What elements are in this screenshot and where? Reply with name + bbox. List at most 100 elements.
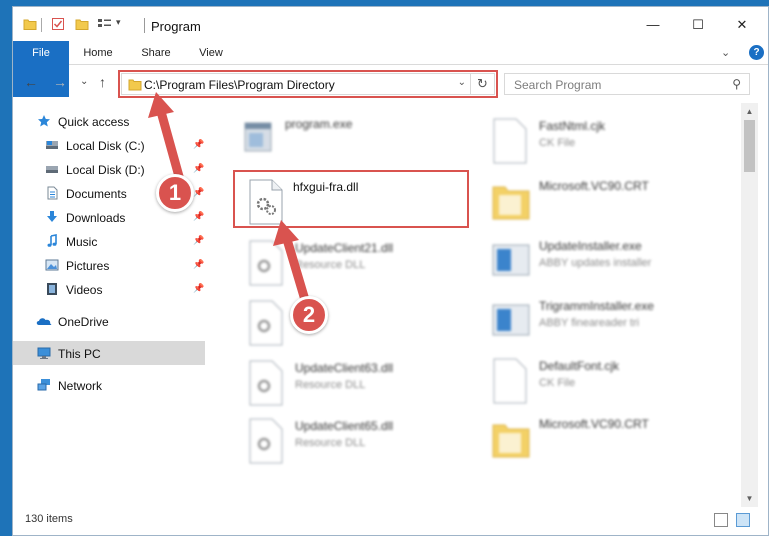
file-item-updateclient21[interactable]: UpdateClient21.dll Resource DLL [247, 239, 497, 295]
file-item-fastntml[interactable]: FastNtml.cjk CK File [491, 117, 741, 173]
disk-icon [46, 141, 58, 149]
file-type: Resource DLL [295, 379, 366, 391]
pin-icon[interactable]: 📌 [193, 139, 204, 150]
view-options-icon[interactable] [97, 17, 113, 31]
large-icons-view-button[interactable] [736, 513, 750, 527]
folder-icon[interactable] [23, 17, 37, 31]
search-box[interactable]: Search Program ⚲ [504, 73, 750, 95]
navigation-bar: ← → ⌄ ↑ C:\Program Files\Program Directo… [13, 65, 768, 103]
ribbon-tabs: File Home Share View ⌄ ? [13, 41, 768, 97]
file-item-defaultfont[interactable]: DefaultFont.cjk CK File [491, 357, 741, 413]
file-type: Resource DLL [295, 259, 366, 271]
pin-icon[interactable]: 📌 [193, 187, 204, 198]
disk-icon [46, 166, 58, 173]
folder-icon [492, 424, 530, 458]
file-item-updateclient65[interactable]: UpdateClient65.dll Resource DLL [247, 417, 497, 473]
vertical-scrollbar[interactable]: ▲ ▼ [741, 103, 758, 507]
videos-icon [47, 283, 57, 295]
close-button[interactable]: ✕ [732, 15, 752, 35]
file-type: CK File [539, 377, 576, 389]
properties-check-icon[interactable] [51, 17, 65, 31]
back-button[interactable]: ← [24, 74, 38, 90]
sidebar-item-label: Downloads [66, 211, 126, 225]
file-item-updateclient63[interactable]: UpdateClient63.dll Resource DLL [247, 359, 497, 415]
documents-icon [47, 186, 58, 200]
music-icon [47, 234, 57, 247]
minimize-button[interactable]: — [643, 15, 663, 35]
pin-icon[interactable]: 📌 [193, 235, 204, 246]
search-input[interactable]: Search Program [514, 78, 601, 92]
star-icon [38, 115, 50, 127]
file-item-trigramminstaller[interactable]: TrigrammInstaller.exe ABBY fineareader t… [491, 297, 741, 353]
sidebar-item-label: Pictures [66, 259, 110, 273]
pin-icon[interactable]: 📌 [193, 283, 204, 294]
recent-locations-button[interactable]: ⌄ [80, 76, 88, 87]
file-name: program.exe [285, 117, 353, 131]
file-type: CK File [539, 137, 576, 149]
dll-file-icon [249, 360, 283, 406]
pc-icon [37, 347, 51, 359]
pin-icon[interactable]: 📌 [193, 163, 204, 174]
sidebar-item-videos[interactable]: Videos 📌 [13, 277, 205, 301]
pictures-icon [45, 259, 59, 271]
tab-home[interactable]: Home [75, 41, 121, 65]
ribbon-expand-icon[interactable]: ⌄ [721, 46, 730, 59]
sidebar-item-label: Local Disk (C:) [66, 139, 145, 153]
sidebar-item-this-pc[interactable]: This PC [13, 341, 205, 365]
sidebar-item-quick-access[interactable]: Quick access [13, 109, 205, 133]
details-view-button[interactable] [714, 513, 728, 527]
network-icon [37, 379, 50, 391]
file-item-vc90-crt-2[interactable]: Microsoft.VC90.CRT [491, 415, 741, 471]
generic-file-icon [493, 358, 527, 404]
pin-icon[interactable]: 📌 [193, 211, 204, 222]
pin-icon[interactable]: 📌 [193, 259, 204, 270]
step-1-badge: 1 [156, 174, 194, 212]
file-type: Resource DLL [295, 437, 366, 449]
file-name: DefaultFont.cjk [539, 359, 620, 373]
help-icon[interactable]: ? [749, 45, 764, 60]
file-name: UpdateInstaller.exe [539, 239, 642, 253]
file-type: ABBY updates installer [539, 257, 652, 269]
generic-file-icon [493, 118, 527, 164]
tab-share[interactable]: Share [133, 41, 179, 65]
installer-icon [492, 244, 530, 276]
step-2-badge: 2 [290, 296, 328, 334]
sidebar-item-local-disk-c[interactable]: Local Disk (C:) 📌 [13, 133, 205, 157]
exe-icon [244, 122, 272, 152]
address-highlight-box [118, 70, 498, 98]
installer-icon [492, 304, 530, 336]
file-type: ABBY fineareader tri [539, 317, 640, 329]
file-name: UpdateClient63.dll [295, 361, 394, 375]
file-item-program-exe[interactable]: program.exe [237, 115, 487, 171]
file-name: TrigrammInstaller.exe [539, 299, 654, 313]
file-name: Microsoft.VC90.CRT [539, 179, 649, 193]
explorer-window: ▾ Program — ☐ ✕ File Home Share View ⌄ ?… [12, 6, 769, 536]
up-button[interactable]: ↑ [99, 74, 106, 90]
sidebar-item-pictures[interactable]: Pictures 📌 [13, 253, 205, 277]
sidebar-item-onedrive[interactable]: OneDrive [13, 309, 205, 333]
sidebar-item-label: Documents [66, 187, 127, 201]
customize-toolbar-icon[interactable]: ▾ [116, 17, 121, 28]
maximize-button[interactable]: ☐ [688, 15, 708, 35]
sidebar-item-network[interactable]: Network [13, 373, 205, 397]
file-name: UpdateClient65.dll [295, 419, 394, 433]
navigation-pane: Quick access Local Disk (C:) 📌 Local Dis… [13, 107, 209, 507]
sidebar-item-music[interactable]: Music 📌 [13, 229, 205, 253]
status-bar: 130 items [13, 505, 768, 535]
dll-file-icon [249, 300, 283, 346]
sidebar-item-label: This PC [58, 347, 101, 361]
search-icon[interactable]: ⚲ [732, 77, 741, 91]
file-item-vc90-crt[interactable]: Microsoft.VC90.CRT [491, 177, 741, 233]
file-item-updateinstaller[interactable]: UpdateInstaller.exe ABBY updates install… [491, 237, 741, 293]
scroll-up-icon[interactable]: ▲ [741, 103, 758, 120]
file-item-gh[interactable]: gh Cl [247, 299, 497, 355]
scroll-thumb[interactable] [744, 120, 755, 172]
file-name: Microsoft.VC90.CRT [539, 417, 649, 431]
window-title: Program [151, 19, 201, 34]
forward-button[interactable]: → [53, 74, 67, 90]
folder-icon [492, 186, 530, 220]
tab-view[interactable]: View [189, 41, 233, 65]
sidebar-item-label: Music [66, 235, 98, 249]
new-folder-icon[interactable] [75, 17, 89, 31]
file-name: UpdateClient21.dll [295, 241, 394, 255]
